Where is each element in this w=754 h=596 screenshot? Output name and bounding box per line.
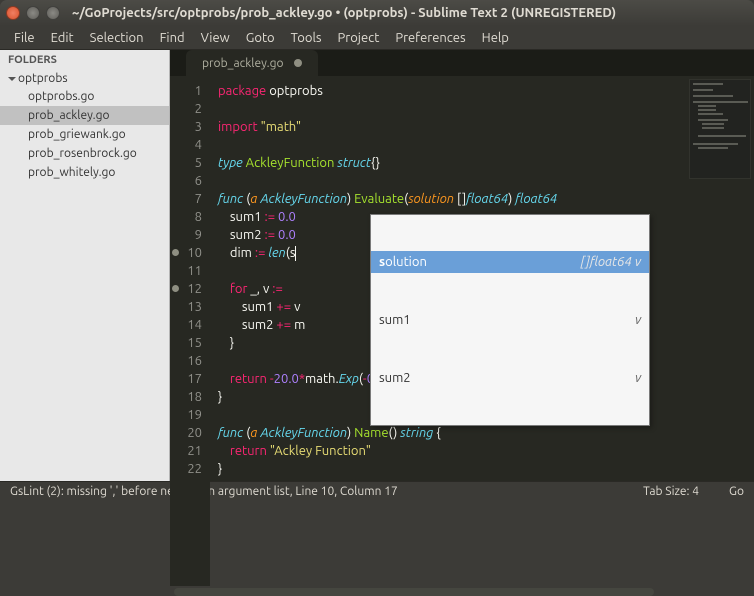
sidebar-header: FOLDERS [0, 50, 169, 70]
window-close-button[interactable] [6, 6, 20, 20]
editor: prob_ackley.go 1 2 3 4 5 6 7 8 9 10 11 1… [170, 50, 754, 481]
window-maximize-button[interactable] [46, 6, 60, 20]
line-number: 8 [170, 208, 202, 226]
line-number: 2 [170, 100, 202, 118]
line-number: 6 [170, 172, 202, 190]
line-number: 7 [170, 190, 202, 208]
line-number: 10 [170, 244, 202, 262]
line-number: 3 [170, 118, 202, 136]
sidebar-file[interactable]: optprobs.go [0, 87, 169, 106]
menu-bar: File Edit Selection Find View Goto Tools… [0, 26, 754, 50]
line-number: 22 [170, 460, 202, 478]
autocomplete-popup: solution []float64 ν sum1 ν sum2 ν [370, 214, 650, 426]
chevron-down-icon [8, 77, 16, 81]
line-number: 1 [170, 82, 202, 100]
menu-help[interactable]: Help [474, 31, 517, 45]
autocomplete-item[interactable]: sum2 ν [371, 367, 649, 389]
line-number: 20 [170, 424, 202, 442]
line-number: 9 [170, 226, 202, 244]
autocomplete-hint: ν [635, 369, 641, 387]
line-number: 12 [170, 280, 202, 298]
window-title: ~/GoProjects/src/optprobs/prob_ackley.go… [72, 6, 616, 20]
title-bar: ~/GoProjects/src/optprobs/prob_ackley.go… [0, 0, 754, 26]
menu-project[interactable]: Project [330, 31, 388, 45]
gutter: 1 2 3 4 5 6 7 8 9 10 11 12 13 14 15 16 1… [170, 76, 210, 586]
sidebar-file[interactable]: prob_ackley.go [0, 106, 169, 125]
sidebar: FOLDERS optprobs optprobs.go prob_ackley… [0, 50, 170, 481]
menu-file[interactable]: File [6, 31, 43, 45]
line-number: 17 [170, 370, 202, 388]
tab-bar: prob_ackley.go [170, 50, 754, 76]
sidebar-folder[interactable]: optprobs [0, 70, 169, 87]
line-number: 4 [170, 136, 202, 154]
menu-goto[interactable]: Goto [238, 31, 283, 45]
menu-tools[interactable]: Tools [283, 31, 330, 45]
dirty-indicator-icon [294, 59, 302, 67]
sidebar-file[interactable]: prob_griewank.go [0, 125, 169, 144]
autocomplete-label: sum2 [379, 369, 411, 387]
menu-preferences[interactable]: Preferences [387, 31, 473, 45]
text-cursor [295, 246, 296, 261]
autocomplete-label: solution [379, 253, 427, 271]
autocomplete-item[interactable]: sum1 ν [371, 309, 649, 331]
line-number: 14 [170, 316, 202, 334]
menu-selection[interactable]: Selection [82, 31, 152, 45]
sidebar-file[interactable]: prob_whitely.go [0, 163, 169, 182]
menu-view[interactable]: View [193, 31, 238, 45]
autocomplete-item[interactable]: solution []float64 ν [371, 251, 649, 273]
line-number: 5 [170, 154, 202, 172]
line-number: 19 [170, 406, 202, 424]
autocomplete-hint: ν [635, 311, 641, 329]
tab[interactable]: prob_ackley.go [186, 50, 318, 76]
line-number: 21 [170, 442, 202, 460]
window-minimize-button[interactable] [26, 6, 40, 20]
autocomplete-hint: []float64 ν [580, 253, 641, 271]
line-number: 13 [170, 298, 202, 316]
menu-edit[interactable]: Edit [43, 31, 82, 45]
sidebar-folder-label: optprobs [18, 72, 68, 85]
line-number: 11 [170, 262, 202, 280]
line-number: 18 [170, 388, 202, 406]
scrollbar-thumb[interactable] [174, 588, 654, 596]
line-number: 15 [170, 334, 202, 352]
minimap[interactable] [689, 79, 751, 179]
autocomplete-label: sum1 [379, 311, 411, 329]
tab-label: prob_ackley.go [202, 57, 284, 70]
menu-find[interactable]: Find [152, 31, 193, 45]
sidebar-file[interactable]: prob_rosenbrock.go [0, 144, 169, 163]
line-number: 16 [170, 352, 202, 370]
code-content[interactable]: package optprobs import "math" type Ackl… [210, 76, 754, 586]
